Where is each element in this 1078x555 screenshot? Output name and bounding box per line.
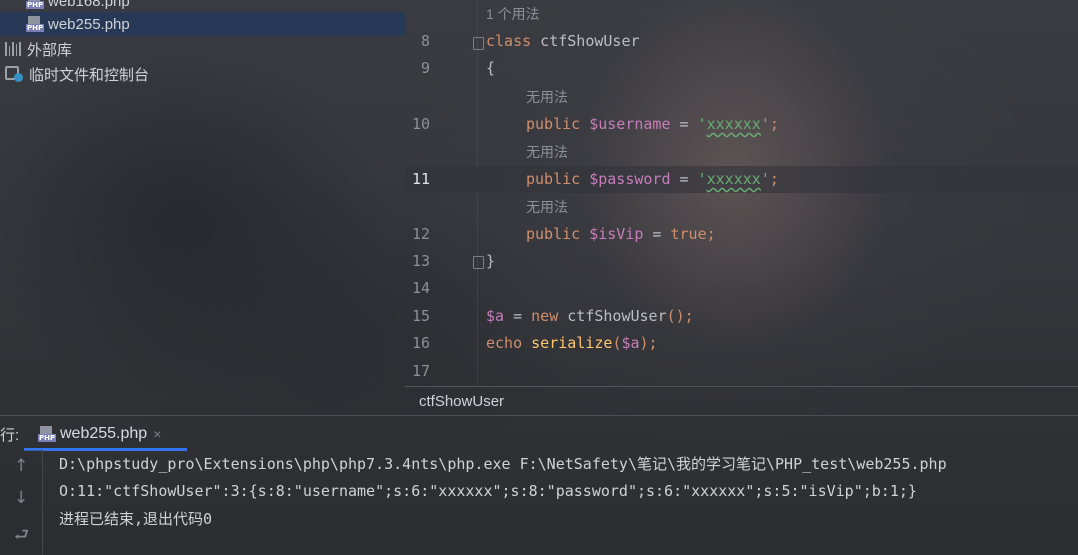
- php-file-icon: PHP: [26, 0, 45, 9]
- scratches-icon: [5, 66, 23, 82]
- scroll-up-icon[interactable]: ↑: [14, 456, 28, 476]
- tree-item-scratches-consoles[interactable]: 临时文件和控制台: [5, 62, 149, 86]
- code-line-15[interactable]: 15 $a = new ctfShowUser();: [405, 303, 1078, 330]
- code-line-16[interactable]: 16 echo serialize($a);: [405, 330, 1078, 357]
- code-editor[interactable]: 1 个用法 8 class ctfShowUser 9 { 无用法 10 pub…: [405, 0, 1078, 386]
- scroll-down-icon[interactable]: ↓: [14, 488, 28, 508]
- code-line-13[interactable]: 13 }: [405, 248, 1078, 275]
- fold-marker-icon[interactable]: [473, 256, 484, 269]
- code-line-8[interactable]: 8 class ctfShowUser: [405, 28, 1078, 55]
- run-side-toolbar: ↑ ↓ ⮐: [0, 450, 43, 555]
- unused-hint: 无用法: [526, 199, 568, 215]
- code-line-14[interactable]: 14: [405, 275, 1078, 302]
- tree-item-external-libraries[interactable]: 外部库: [5, 37, 72, 61]
- breadcrumb[interactable]: ctfShowUser: [405, 386, 1078, 415]
- output-line-result: O:11:"ctfShowUser":3:{s:8:"username";s:6…: [59, 482, 917, 500]
- unused-hint: 无用法: [526, 144, 568, 160]
- tree-item-label: web168.php: [48, 0, 130, 10]
- output-line-command: D:\phpstudy_pro\Extensions\php\php7.3.4n…: [59, 455, 947, 473]
- tree-item-label: 外部库: [27, 41, 73, 59]
- library-icon: [5, 42, 21, 56]
- run-tab-web255[interactable]: PHP web255.php ×: [24, 416, 187, 451]
- php-file-icon: PHP: [26, 16, 45, 32]
- run-tab-label: web255.php: [60, 424, 148, 442]
- code-line-10[interactable]: 10 public $username = 'xxxxxx';: [405, 111, 1078, 138]
- php-file-icon: PHP: [38, 425, 57, 442]
- code-line-11-current[interactable]: 11 public $password = 'xxxxxx';: [405, 166, 1078, 193]
- code-line-17[interactable]: 17: [405, 358, 1078, 385]
- output-line-exit: 进程已结束,退出代码0: [59, 510, 213, 528]
- fold-marker-icon[interactable]: [473, 37, 484, 50]
- usage-hint: 1 个用法: [486, 6, 540, 22]
- project-tree: PHP web168.php PHP web255.php 外部库 临时文件和控…: [0, 0, 405, 88]
- code-line-12[interactable]: 12 public $isVip = true;: [405, 221, 1078, 248]
- run-panel-header: 行: PHP web255.php ×: [0, 415, 1078, 451]
- tree-item-web255[interactable]: PHP web255.php: [0, 12, 405, 36]
- breadcrumb-item[interactable]: ctfShowUser: [419, 393, 504, 410]
- close-icon[interactable]: ×: [153, 426, 161, 442]
- run-label: 行:: [0, 427, 20, 444]
- tree-item-label: web255.php: [48, 15, 130, 33]
- soft-wrap-icon[interactable]: ⮐: [14, 522, 29, 551]
- tree-item-label: 临时文件和控制台: [29, 66, 150, 84]
- code-line-9[interactable]: 9 {: [405, 55, 1078, 82]
- unused-hint: 无用法: [526, 89, 568, 105]
